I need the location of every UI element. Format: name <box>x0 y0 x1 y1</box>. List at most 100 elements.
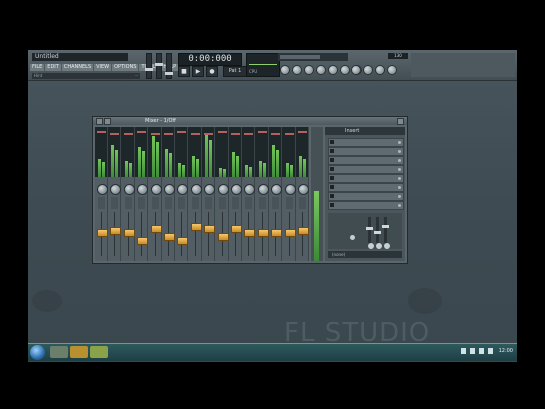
mixer-channel-strip[interactable] <box>269 127 283 261</box>
mixer-button[interactable] <box>328 65 338 75</box>
stereo-separation-control[interactable] <box>98 197 105 209</box>
stereo-separation-control[interactable] <box>165 197 172 209</box>
pan-knob[interactable] <box>271 184 283 195</box>
stereo-separation-control[interactable] <box>178 197 186 209</box>
pan-knob[interactable] <box>150 184 162 195</box>
plugin-picker-button[interactable] <box>340 65 350 75</box>
volume-fader[interactable] <box>110 227 122 235</box>
piano-roll-button[interactable] <box>304 65 314 75</box>
stereo-separation-control[interactable] <box>124 197 132 209</box>
mixer-channel-strip[interactable] <box>216 127 229 261</box>
mixer-channel-strip[interactable] <box>189 127 202 261</box>
tray-icon-1[interactable] <box>461 348 466 354</box>
fx-slot[interactable] <box>328 174 404 183</box>
pan-knob[interactable] <box>164 184 175 195</box>
stop-button[interactable]: ■ <box>178 66 190 77</box>
fx-slot[interactable] <box>328 165 404 174</box>
mixer-title-bar[interactable]: Mixer - 1/Off <box>93 117 407 125</box>
volume-fader[interactable] <box>177 237 189 245</box>
mixer-channel-strip[interactable] <box>283 127 296 261</box>
fx-slot[interactable] <box>328 138 404 147</box>
eq-high-knob[interactable] <box>384 243 390 249</box>
mixer-channel-strip[interactable] <box>202 127 216 261</box>
volume-fader[interactable] <box>284 229 296 237</box>
mixer-channel-strip[interactable] <box>122 127 135 261</box>
tool-button-4[interactable] <box>387 65 397 75</box>
stereo-separation-control[interactable] <box>272 197 280 209</box>
stereo-separation-control[interactable] <box>218 197 226 209</box>
pattern-selector[interactable]: Pat 1 <box>223 66 247 77</box>
mixer-channel-strip[interactable] <box>135 127 149 261</box>
pan-knob[interactable] <box>97 184 108 195</box>
pan-knob[interactable] <box>137 184 149 195</box>
record-button[interactable]: ● <box>206 66 218 77</box>
taskbar-folder-icon[interactable] <box>70 346 88 358</box>
mixer-channel-strip[interactable] <box>242 127 256 261</box>
menu-view[interactable]: VIEW <box>94 64 112 71</box>
tempo-slider[interactable] <box>165 53 173 79</box>
eq-toggle-icon[interactable] <box>350 235 355 240</box>
eq-mid-knob[interactable] <box>376 243 382 249</box>
pan-knob[interactable] <box>217 184 229 195</box>
stereo-separation-control[interactable] <box>205 197 213 209</box>
fx-slot[interactable] <box>328 147 404 156</box>
tempo-display[interactable]: 130 <box>388 53 408 59</box>
step-sequencer-button[interactable] <box>292 65 302 75</box>
tool-button-1[interactable] <box>351 65 361 75</box>
menu-edit[interactable]: EDIT <box>45 64 61 71</box>
master-track[interactable] <box>311 127 323 261</box>
menu-channels[interactable]: CHANNELS <box>61 64 94 71</box>
close-icon[interactable] <box>397 118 404 125</box>
mixer-channel-strip[interactable] <box>162 127 175 261</box>
mixer-channel-strip[interactable] <box>149 127 162 261</box>
fx-slot[interactable] <box>328 201 404 210</box>
volume-fader[interactable] <box>231 225 242 233</box>
pan-knob[interactable] <box>204 184 216 195</box>
pan-knob[interactable] <box>190 184 202 195</box>
taskbar-fl-studio-icon[interactable] <box>90 346 108 358</box>
stereo-separation-control[interactable] <box>299 197 306 209</box>
stereo-separation-control[interactable] <box>191 197 199 209</box>
volume-fader[interactable] <box>164 233 175 241</box>
volume-fader[interactable] <box>298 227 309 235</box>
volume-fader[interactable] <box>244 229 256 237</box>
pan-knob[interactable] <box>284 184 296 195</box>
volume-fader[interactable] <box>271 229 283 237</box>
mixer-channel-strip[interactable] <box>95 127 108 261</box>
eq-band-mid-slider[interactable] <box>374 217 381 243</box>
mixer-arrow-icon[interactable] <box>104 118 111 125</box>
pan-knob[interactable] <box>257 184 269 195</box>
pan-knob[interactable] <box>110 184 122 195</box>
volume-fader[interactable] <box>204 225 216 233</box>
eq-low-knob[interactable] <box>368 243 374 249</box>
fx-slot[interactable] <box>328 156 404 165</box>
pan-knob[interactable] <box>231 184 242 195</box>
play-button[interactable]: ▶ <box>192 66 204 77</box>
menu-options[interactable]: OPTIONS <box>112 64 139 71</box>
tray-icon-2[interactable] <box>470 348 475 354</box>
browser-button[interactable] <box>316 65 326 75</box>
stereo-separation-control[interactable] <box>138 197 146 209</box>
volume-fader[interactable] <box>137 237 149 245</box>
menu-file[interactable]: FILE <box>30 64 45 71</box>
output-selector[interactable]: (none) <box>328 251 402 258</box>
tray-icon-3[interactable] <box>479 348 484 354</box>
mixer-channel-strip[interactable] <box>229 127 242 261</box>
fx-slot[interactable] <box>328 183 404 192</box>
pan-knob[interactable] <box>298 184 309 195</box>
pan-knob[interactable] <box>244 184 256 195</box>
mixer-menu-icon[interactable] <box>96 118 103 125</box>
pan-knob[interactable] <box>123 184 135 195</box>
volume-fader[interactable] <box>190 223 202 231</box>
mixer-channel-strip[interactable] <box>296 127 309 261</box>
tool-button-3[interactable] <box>375 65 385 75</box>
stereo-separation-control[interactable] <box>232 197 239 209</box>
mixer-channel-strip[interactable] <box>108 127 122 261</box>
tool-button-2[interactable] <box>363 65 373 75</box>
stereo-separation-control[interactable] <box>151 197 159 209</box>
eq-band-high-slider[interactable] <box>382 217 389 243</box>
mixer-channel-strip[interactable] <box>256 127 269 261</box>
volume-fader[interactable] <box>97 229 108 237</box>
stereo-separation-control[interactable] <box>111 197 119 209</box>
volume-fader[interactable] <box>217 233 229 241</box>
